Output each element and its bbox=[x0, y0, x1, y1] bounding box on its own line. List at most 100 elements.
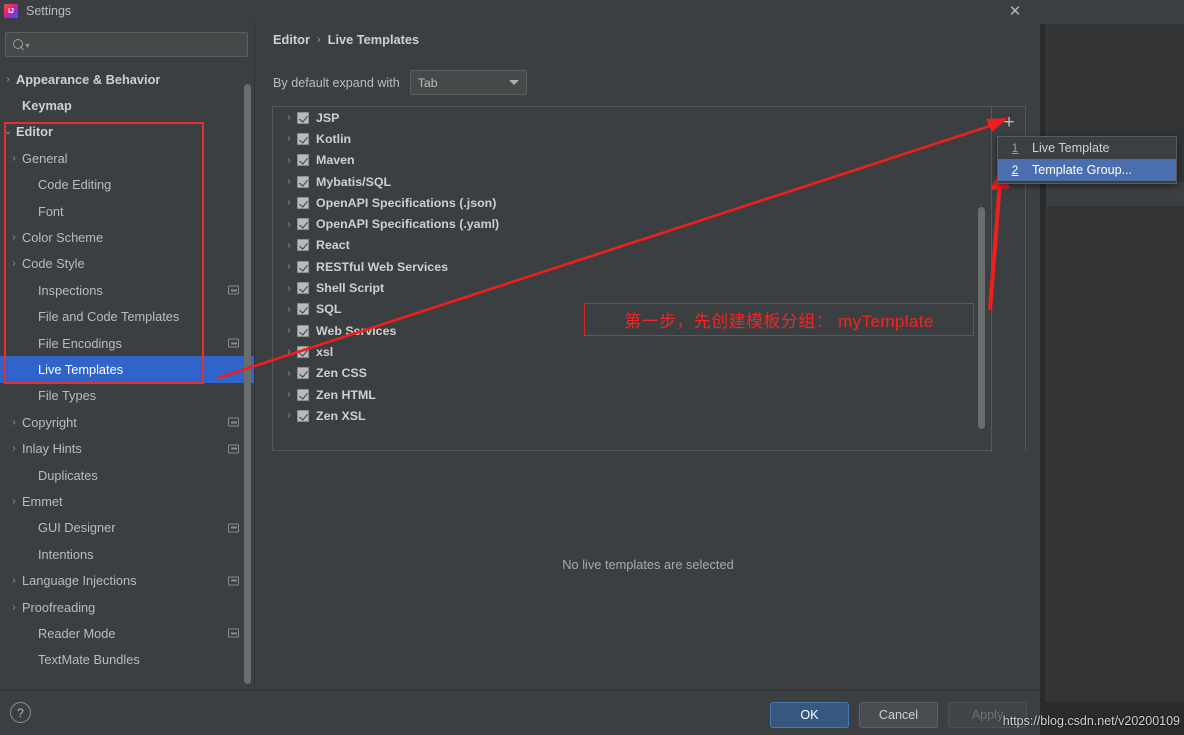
chevron-right-icon[interactable]: › bbox=[6, 602, 22, 613]
template-group-checkbox[interactable] bbox=[297, 345, 309, 358]
template-group-row[interactable]: › Shell Script bbox=[273, 277, 991, 298]
sidebar-item-appearance-behavior[interactable]: › Appearance & Behavior bbox=[0, 66, 255, 92]
settings-category-tree[interactable]: › Appearance & Behavior Keymap ⌄ Editor › Gene… bbox=[0, 66, 255, 690]
plus-icon[interactable]: + bbox=[992, 107, 1026, 137]
sidebar-item-general[interactable]: › General bbox=[0, 145, 255, 171]
chevron-right-icon[interactable]: › bbox=[6, 443, 22, 454]
template-group-label: Web Services bbox=[316, 323, 397, 338]
template-group-checkbox[interactable] bbox=[297, 239, 309, 252]
menu-item-live-template[interactable]: 1 Live Template bbox=[998, 137, 1176, 159]
chevron-right-icon[interactable]: › bbox=[6, 496, 22, 507]
chevron-right-icon[interactable]: › bbox=[281, 219, 297, 230]
chevron-right-icon[interactable]: › bbox=[281, 133, 297, 144]
chevron-right-icon[interactable]: › bbox=[281, 368, 297, 379]
template-group-checkbox[interactable] bbox=[297, 409, 309, 422]
sidebar-item-live-templates[interactable]: Live Templates bbox=[0, 356, 255, 383]
sidebar-item-editor[interactable]: ⌄ Editor bbox=[0, 119, 255, 145]
sidebar-item-label: Copyright bbox=[22, 414, 77, 430]
sidebar-item-font[interactable]: Font bbox=[0, 198, 255, 224]
sidebar-item-label: General bbox=[22, 150, 68, 166]
template-group-checkbox[interactable] bbox=[297, 154, 309, 167]
chevron-right-icon[interactable]: › bbox=[6, 575, 22, 586]
sidebar-item-reader-mode[interactable]: Reader Mode bbox=[0, 620, 255, 646]
expand-with-select[interactable]: Tab bbox=[409, 70, 527, 95]
chevron-right-icon[interactable]: › bbox=[281, 410, 297, 421]
sidebar-item-textmate-bundles[interactable]: TextMate Bundles bbox=[0, 647, 255, 673]
template-group-checkbox[interactable] bbox=[297, 303, 309, 316]
template-list-scrollbar[interactable] bbox=[978, 207, 985, 429]
template-group-row[interactable]: › Zen HTML bbox=[273, 384, 991, 405]
cancel-button[interactable]: Cancel bbox=[859, 702, 938, 728]
chevron-right-icon[interactable]: › bbox=[281, 389, 297, 400]
settings-main-panel: Editor › Live Templates By default expan… bbox=[256, 22, 1040, 690]
template-group-checkbox[interactable] bbox=[297, 260, 309, 273]
template-group-checkbox[interactable] bbox=[297, 282, 309, 295]
chevron-right-icon[interactable]: › bbox=[6, 232, 22, 243]
sidebar-item-language-injections[interactable]: › Language Injections bbox=[0, 567, 255, 593]
chevron-right-icon[interactable]: › bbox=[281, 304, 297, 315]
chevron-right-icon[interactable]: › bbox=[0, 74, 16, 85]
breadcrumb-parent[interactable]: Editor bbox=[273, 32, 310, 47]
sidebar-item-file-encodings[interactable]: File Encodings bbox=[0, 330, 255, 356]
chevron-right-icon[interactable]: › bbox=[281, 325, 297, 336]
chevron-right-icon[interactable]: › bbox=[281, 176, 297, 187]
chevron-right-icon[interactable]: › bbox=[281, 155, 297, 166]
template-group-row[interactable]: › React bbox=[273, 235, 991, 256]
ok-button[interactable]: OK bbox=[770, 702, 849, 728]
chevron-right-icon[interactable]: › bbox=[6, 153, 22, 164]
template-group-checkbox[interactable] bbox=[297, 175, 309, 188]
template-group-label: OpenAPI Specifications (.yaml) bbox=[316, 217, 500, 232]
chevron-right-icon[interactable]: › bbox=[281, 197, 297, 208]
template-group-label: OpenAPI Specifications (.json) bbox=[316, 195, 497, 210]
settings-search[interactable]: ▼ bbox=[5, 32, 248, 57]
template-group-checkbox[interactable] bbox=[297, 367, 309, 380]
sidebar-item-gui-designer[interactable]: GUI Designer bbox=[0, 515, 255, 541]
sidebar-item-file-types[interactable]: File Types bbox=[0, 383, 255, 409]
template-group-row[interactable]: › Zen CSS bbox=[273, 363, 991, 384]
template-group-row[interactable]: › JSP bbox=[273, 107, 991, 128]
sidebar-item-code-style[interactable]: › Code Style bbox=[0, 251, 255, 277]
sidebar-item-emmet[interactable]: › Emmet bbox=[0, 488, 255, 514]
template-group-checkbox[interactable] bbox=[297, 388, 309, 401]
menu-item-template-group[interactable]: 2 Template Group... bbox=[998, 159, 1176, 181]
template-group-row[interactable]: › OpenAPI Specifications (.yaml) bbox=[273, 213, 991, 234]
sidebar-item-copyright[interactable]: › Copyright bbox=[0, 409, 255, 435]
chevron-right-icon[interactable]: › bbox=[281, 112, 297, 123]
sidebar-item-proofreading[interactable]: › Proofreading bbox=[0, 594, 255, 620]
template-group-row[interactable]: › Maven bbox=[273, 150, 991, 171]
chevron-right-icon[interactable]: › bbox=[6, 417, 22, 428]
chevron-right-icon[interactable]: › bbox=[281, 240, 297, 251]
template-group-list[interactable]: › JSP › Kotlin › Maven › Mybatis/SQL › OpenAPI Sp… bbox=[273, 107, 991, 450]
template-group-checkbox[interactable] bbox=[297, 218, 309, 231]
chevron-right-icon[interactable]: › bbox=[281, 261, 297, 272]
sidebar-item-inspections[interactable]: Inspections bbox=[0, 277, 255, 303]
sidebar-item-keymap[interactable]: Keymap bbox=[0, 92, 255, 118]
sidebar-item-color-scheme[interactable]: › Color Scheme bbox=[0, 224, 255, 250]
template-group-row[interactable]: › xsl bbox=[273, 341, 991, 362]
template-group-row[interactable]: › Mybatis/SQL bbox=[273, 171, 991, 192]
watermark: https://blog.csdn.net/v20200109 bbox=[1002, 714, 1180, 728]
template-group-checkbox[interactable] bbox=[297, 111, 309, 124]
close-icon[interactable]: ✕ bbox=[996, 0, 1034, 22]
sidebar-scrollbar[interactable] bbox=[244, 84, 251, 684]
template-group-checkbox[interactable] bbox=[297, 324, 309, 337]
sidebar-item-inlay-hints[interactable]: › Inlay Hints bbox=[0, 435, 255, 461]
help-icon[interactable]: ? bbox=[10, 702, 31, 723]
search-input[interactable] bbox=[30, 36, 247, 53]
sidebar-item-intentions[interactable]: Intentions bbox=[0, 541, 255, 567]
template-group-row[interactable]: › Zen XSL bbox=[273, 405, 991, 426]
template-group-row[interactable]: › OpenAPI Specifications (.json) bbox=[273, 192, 991, 213]
chevron-right-icon[interactable]: › bbox=[281, 283, 297, 294]
project-scope-badge-icon bbox=[228, 523, 239, 533]
sidebar-item-code-editing[interactable]: Code Editing bbox=[0, 172, 255, 198]
chevron-right-icon[interactable]: › bbox=[281, 346, 297, 357]
template-group-checkbox[interactable] bbox=[297, 132, 309, 145]
chevron-right-icon[interactable]: › bbox=[6, 258, 22, 269]
template-group-row[interactable]: › Kotlin bbox=[273, 128, 991, 149]
template-group-checkbox[interactable] bbox=[297, 196, 309, 209]
template-group-row[interactable]: › RESTful Web Services bbox=[273, 256, 991, 277]
chevron-down-icon[interactable]: ⌄ bbox=[0, 126, 16, 137]
background-ide-band bbox=[1046, 182, 1184, 206]
sidebar-item-file-and-code-templates[interactable]: File and Code Templates bbox=[0, 304, 255, 330]
sidebar-item-duplicates[interactable]: Duplicates bbox=[0, 462, 255, 488]
